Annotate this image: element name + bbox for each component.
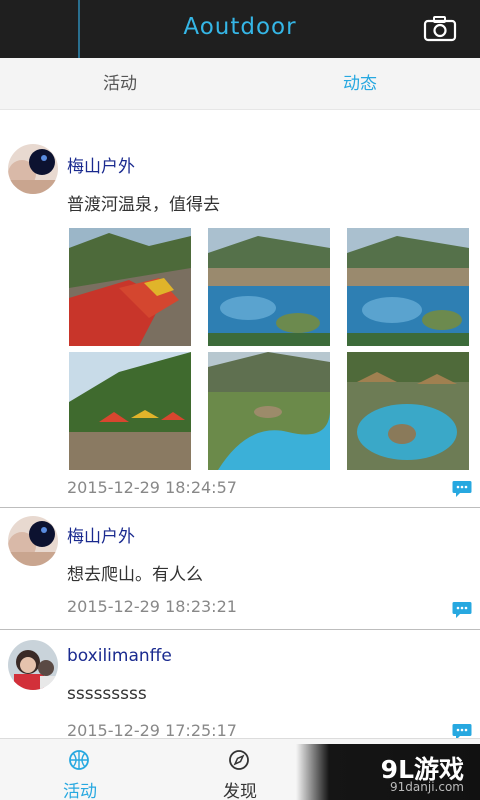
- nav-label: 活动: [63, 782, 97, 800]
- photo-thumbnail[interactable]: [69, 228, 191, 346]
- post-timestamp: 2015-12-29 18:24:57: [67, 478, 237, 497]
- post-timestamp: 2015-12-29 17:25:17: [67, 721, 237, 738]
- nav-activities[interactable]: 活动: [0, 739, 160, 800]
- photo-grid: [69, 228, 469, 472]
- username[interactable]: boxilimanffe: [67, 646, 172, 666]
- comment-icon[interactable]: [452, 601, 472, 619]
- photo-thumbnail[interactable]: [208, 352, 330, 470]
- list-item: boxilimanffe sssssssss 2015-12-29 17:25:…: [0, 630, 480, 738]
- avatar[interactable]: [8, 516, 58, 566]
- tab-activities[interactable]: 活动: [0, 58, 240, 110]
- avatar[interactable]: [8, 640, 58, 690]
- post-content: 普渡河温泉，值得去: [67, 195, 220, 215]
- compass-icon: [228, 749, 250, 771]
- list-item: 梅山户外 想去爬山。有人么 2015-12-29 18:23:21: [0, 508, 480, 630]
- post-content: 想去爬山。有人么: [67, 565, 203, 585]
- post-timestamp: 2015-12-29 18:23:21: [67, 597, 237, 616]
- camera-icon[interactable]: [422, 14, 458, 44]
- watermark-url: 91danji.com: [390, 780, 464, 794]
- tab-bar: 活动 动态: [0, 58, 480, 110]
- avatar[interactable]: [8, 144, 58, 194]
- top-bar: Aoutdoor: [0, 0, 480, 58]
- comment-icon[interactable]: [452, 480, 472, 498]
- app-title: Aoutdoor: [183, 14, 297, 40]
- post-content: sssssssss: [67, 684, 147, 704]
- username[interactable]: 梅山户外: [67, 522, 135, 547]
- photo-thumbnail[interactable]: [208, 228, 330, 346]
- photo-thumbnail[interactable]: [347, 352, 469, 470]
- photo-thumbnail[interactable]: [347, 228, 469, 346]
- photo-thumbnail[interactable]: [69, 352, 191, 470]
- watermark: 9L游戏 91danji.com: [296, 744, 480, 800]
- username[interactable]: 梅山户外: [67, 152, 135, 177]
- basketball-icon: [68, 749, 90, 771]
- feed-list[interactable]: 梅山户外 普渡河温泉，值得去 2015-12-29 18:24:57 梅山户外 …: [0, 110, 480, 738]
- list-item: 梅山户外 普渡河温泉，值得去 2015-12-29 18:24:57: [0, 110, 480, 508]
- comment-icon[interactable]: [452, 723, 472, 738]
- tab-feed[interactable]: 动态: [240, 58, 480, 110]
